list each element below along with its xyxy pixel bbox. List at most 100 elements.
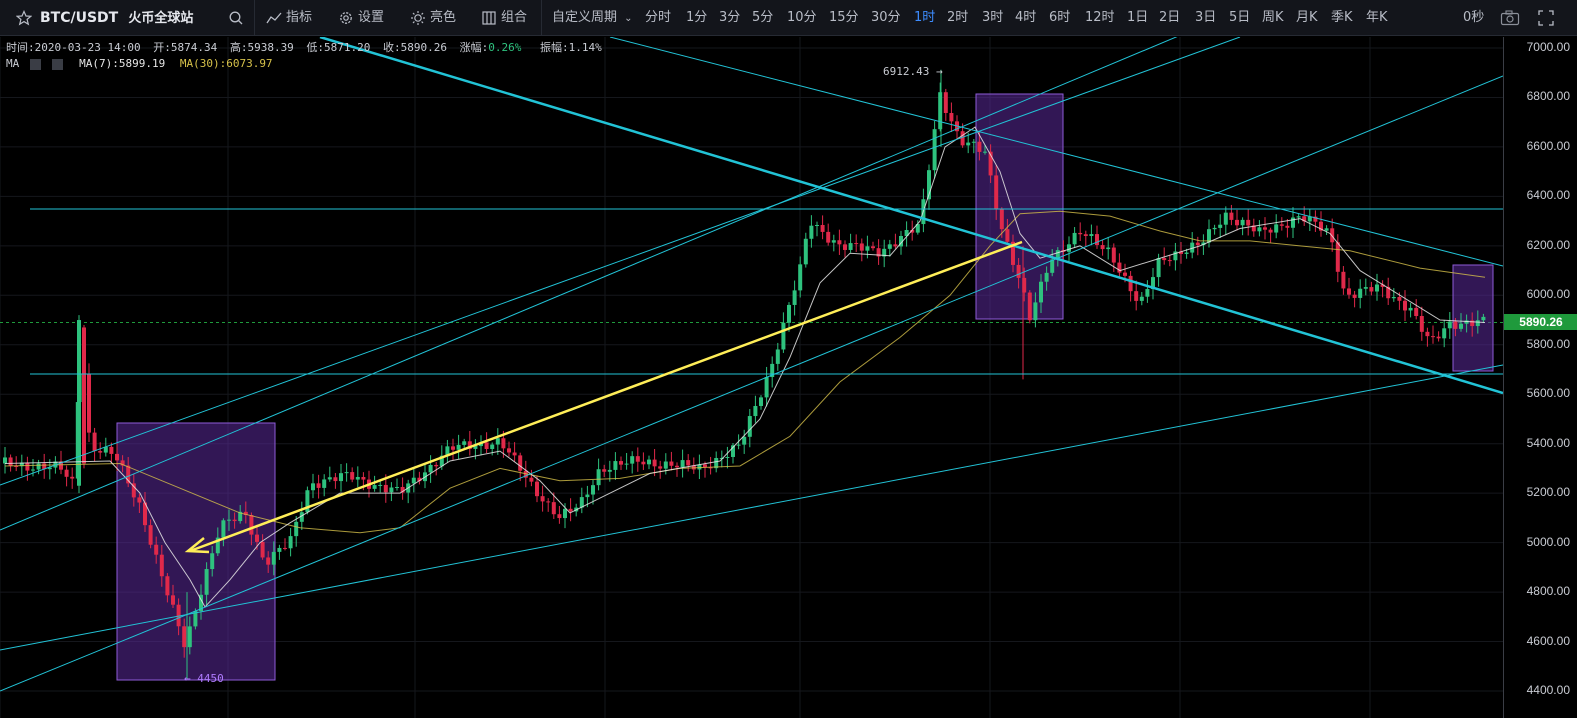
candle-body <box>344 472 349 474</box>
candle-body <box>1257 227 1262 232</box>
price-tick-label: 6000.00 <box>1526 287 1570 302</box>
candle-body <box>266 557 271 565</box>
candle-body <box>227 519 231 521</box>
candle-body <box>1223 212 1228 225</box>
symbol-title[interactable]: BTC/USDT 火币全球站 <box>40 0 193 36</box>
candle-body <box>1134 291 1139 301</box>
candle-body <box>568 508 573 512</box>
period-16[interactable]: 5日 <box>1229 0 1250 36</box>
custom-period-label: 自定义周期 <box>552 10 618 25</box>
candle-body <box>378 484 383 486</box>
ma-legend: MA MA(7):5899.19 MA(30):6073.97 <box>6 57 273 70</box>
candlestick-chart[interactable] <box>0 37 1503 718</box>
candle-body <box>87 373 91 433</box>
candle-body <box>1033 302 1038 321</box>
ohlc-low: 低:5871.20 <box>306 41 371 54</box>
ohlc-open: 开:5874.34 <box>153 41 218 54</box>
period-2[interactable]: 3分 <box>719 0 740 36</box>
candle-body <box>781 322 786 350</box>
candle-body <box>675 465 679 468</box>
candle-body <box>507 448 511 453</box>
ohlc-high: 高:5938.39 <box>229 41 294 54</box>
highlight-box <box>1452 264 1494 372</box>
candle-body <box>109 446 114 454</box>
candle-body <box>1235 219 1239 226</box>
candle-body <box>148 525 153 545</box>
favorite-star-button[interactable] <box>16 0 36 36</box>
candle-body <box>966 142 971 146</box>
candle-body <box>809 225 814 239</box>
screenshot-button[interactable] <box>1500 0 1524 36</box>
period-5[interactable]: 15分 <box>829 0 859 36</box>
period-1[interactable]: 1分 <box>686 0 707 36</box>
price-tick-label: 4800.00 <box>1526 584 1570 599</box>
period-4[interactable]: 10分 <box>787 0 817 36</box>
candle-body <box>355 476 360 480</box>
candle-body <box>1156 258 1161 278</box>
ohlc-amplitude: 振幅:1.14% <box>540 41 602 54</box>
candle-body <box>747 416 752 437</box>
candle-body <box>630 456 635 464</box>
candle-body <box>115 453 119 461</box>
candle-body <box>596 469 601 486</box>
period-3[interactable]: 5分 <box>752 0 773 36</box>
candle-body <box>277 547 282 552</box>
period-19[interactable]: 季K <box>1331 0 1353 36</box>
period-9[interactable]: 3时 <box>982 0 1003 36</box>
period-6[interactable]: 30分 <box>871 0 901 36</box>
candle-body <box>1162 258 1167 261</box>
candle-body <box>1324 228 1329 231</box>
ma-settings-icon[interactable] <box>29 58 41 70</box>
period-7[interactable]: 1时 <box>914 0 935 36</box>
period-18[interactable]: 月K <box>1296 0 1318 36</box>
settings-button[interactable]: 设置 <box>338 0 384 36</box>
period-8[interactable]: 2时 <box>947 0 968 36</box>
candle-body <box>490 444 495 449</box>
ma-close-icon[interactable] <box>51 58 63 70</box>
period-10[interactable]: 4时 <box>1015 0 1036 36</box>
star-icon <box>16 9 32 25</box>
search-button[interactable] <box>228 0 248 36</box>
period-12[interactable]: 12时 <box>1085 0 1115 36</box>
candle-body <box>512 452 517 456</box>
period-11[interactable]: 6时 <box>1049 0 1070 36</box>
toolbar-divider <box>541 0 542 36</box>
candle-body <box>434 464 439 467</box>
candle-body <box>294 521 299 537</box>
candle-body <box>557 514 562 519</box>
period-15[interactable]: 3日 <box>1195 0 1216 36</box>
period-0[interactable]: 分时 <box>645 0 671 36</box>
candle-body <box>1184 252 1189 254</box>
gear-icon <box>340 11 352 24</box>
period-13[interactable]: 1日 <box>1127 0 1148 36</box>
layout-button[interactable]: 组合 <box>481 0 527 36</box>
candle-body <box>411 477 416 484</box>
period-14[interactable]: 2日 <box>1159 0 1180 36</box>
candle-body <box>585 494 590 498</box>
candle-body <box>893 244 898 247</box>
candle-body <box>753 406 758 417</box>
candle-body <box>389 487 394 493</box>
custom-period-dropdown[interactable]: 自定义周期 ⌄ <box>552 0 633 36</box>
candle-body <box>1246 219 1251 226</box>
period-20[interactable]: 年K <box>1366 0 1388 36</box>
candle-body <box>1145 289 1150 297</box>
candle-body <box>983 151 987 153</box>
candle-body <box>311 483 315 491</box>
sun-icon <box>411 10 425 25</box>
candle-body <box>271 551 276 565</box>
candle-body <box>249 515 254 535</box>
period-17[interactable]: 周K <box>1262 0 1284 36</box>
candle-body <box>1419 316 1424 332</box>
candle-body <box>932 129 937 171</box>
indicators-button[interactable]: 指标 <box>266 0 312 36</box>
candle-body <box>232 519 237 522</box>
candle-body <box>451 446 455 450</box>
price-axis[interactable]: 5890.26 7000.00 6800.00 6600.00 6400.00 6200… <box>1503 37 1577 718</box>
candle-body <box>77 320 81 486</box>
theme-toggle-button[interactable]: 亮色 <box>410 0 456 36</box>
candle-body <box>1296 216 1301 218</box>
fullscreen-button[interactable] <box>1538 0 1558 36</box>
candle-body <box>971 141 976 143</box>
candle-body <box>613 461 618 470</box>
